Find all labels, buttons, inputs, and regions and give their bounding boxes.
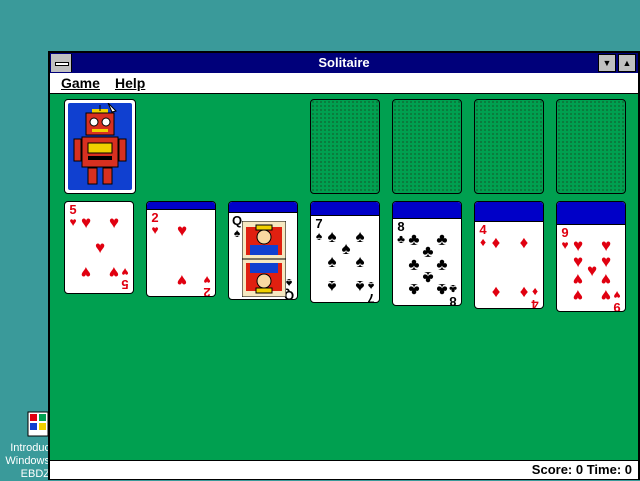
minimize-button[interactable]: ▼	[598, 54, 616, 72]
face-down-cards	[557, 202, 625, 225]
card-face: Q ♠ Q ♠	[229, 213, 297, 299]
card-pip: ♠	[327, 252, 337, 271]
menu-help-label: Help	[115, 75, 146, 91]
card-pip: ♥	[94, 238, 106, 257]
menu-game-label: Game	[61, 75, 100, 91]
windows-icon[interactable]	[26, 410, 50, 442]
card-face: 8 ♣ 8 ♣ ♣ ♣ ♣ ♣ ♣ ♣ ♣ ♣	[393, 219, 461, 305]
robot-icon	[73, 103, 127, 185]
title-bar[interactable]: Solitaire ▼ ▲	[50, 53, 638, 73]
card-pip: ♥	[176, 221, 188, 240]
card-face: 7 ♠ 7 ♠ ♠ ♠ ♠ ♠ ♠ ♠ ♠	[311, 216, 379, 302]
tableau-card[interactable]: 2 ♥ 2 ♥ ♥ ♥	[146, 201, 216, 297]
desktop-icon-label[interactable]: Introduc Windows EBDZ	[0, 442, 50, 481]
card-corner-index: 2 ♥	[201, 273, 213, 296]
menu-help[interactable]: Help	[115, 73, 145, 93]
card-pip: ♦	[519, 283, 529, 302]
card-corner-index: 2 ♥	[149, 211, 161, 237]
face-down-cards	[311, 202, 379, 216]
card-pip: ♥	[108, 213, 120, 232]
tableau-card[interactable]: 5 ♥ 5 ♥ ♥ ♥ ♥ ♥ ♥	[64, 201, 134, 294]
window-title: Solitaire	[318, 55, 370, 70]
game-table: 5 ♥ 5 ♥ ♥ ♥ ♥ ♥ ♥ 2 ♥ 2 ♥ ♥ ♥ Q ♠ Q ♠ 7 ♠ 7 ♠ ♠ ♠ ♠ ♠ ♠ ♠ ♠ 8 ♣ 8 ♣ ♣ ♣ ♣ ♣ ♣ ♣…	[50, 94, 638, 460]
tableau-card[interactable]: 4 ♦ 4 ♦ ♦ ♦ ♦ ♦	[474, 201, 544, 309]
foundation-slot[interactable]	[310, 99, 380, 194]
maximize-button[interactable]: ▲	[618, 54, 636, 72]
stock-pile[interactable]	[64, 99, 136, 194]
card-face: 4 ♦ 4 ♦ ♦ ♦ ♦ ♦	[475, 222, 543, 308]
tableau-card[interactable]: 7 ♠ 7 ♠ ♠ ♠ ♠ ♠ ♠ ♠ ♠	[310, 201, 380, 303]
card-pip: ♥	[572, 286, 584, 305]
card-suit: ♥	[203, 273, 211, 287]
foundation-slot[interactable]	[556, 99, 626, 194]
card-pip: ♠	[355, 252, 365, 271]
face-down-cards	[475, 202, 543, 222]
card-pip: ♠	[327, 277, 337, 296]
solitaire-window: Solitaire ▼ ▲ Game Help 5 ♥ 5 ♥ ♥ ♥ ♥ ♥ …	[48, 51, 640, 480]
card-pip: ♦	[519, 233, 529, 252]
face-down-cards	[147, 202, 215, 210]
card-face: 2 ♥ 2 ♥ ♥ ♥	[147, 210, 215, 296]
tableau-card[interactable]: 9 ♥ 9 ♥ ♥ ♥ ♥ ♥ ♥ ♥ ♥ ♥ ♥	[556, 201, 626, 312]
card-face: 9 ♥ 9 ♥ ♥ ♥ ♥ ♥ ♥ ♥ ♥ ♥ ♥	[557, 225, 625, 311]
queen-of-spades-figure	[241, 220, 287, 299]
card-pip: ♣	[408, 280, 420, 299]
card-pip: ♣	[436, 280, 448, 299]
card-back-robot	[68, 103, 132, 190]
card-pip: ♦	[491, 233, 501, 252]
tableau-card[interactable]: 8 ♣ 8 ♣ ♣ ♣ ♣ ♣ ♣ ♣ ♣ ♣	[392, 201, 462, 306]
menu-bar: Game Help	[50, 73, 638, 94]
score-time-status: Score: 0 Time: 0	[531, 462, 632, 477]
card-pip: ♥	[80, 213, 92, 232]
face-down-cards	[229, 202, 297, 213]
card-pip: ♥	[108, 263, 120, 282]
menu-game[interactable]: Game	[61, 73, 100, 93]
card-pip: ♦	[491, 283, 501, 302]
status-bar: Score: 0 Time: 0	[50, 460, 638, 479]
tableau-card[interactable]: Q ♠ Q ♠	[228, 201, 298, 300]
foundation-slot[interactable]	[392, 99, 462, 194]
card-suit: ♥	[151, 223, 159, 237]
card-face: 5 ♥ 5 ♥ ♥ ♥ ♥ ♥ ♥	[65, 202, 133, 293]
card-pip: ♥	[80, 263, 92, 282]
card-pip: ♠	[355, 277, 365, 296]
face-down-cards	[393, 202, 461, 219]
card-pip: ♥	[600, 286, 612, 305]
card-pip: ♥	[176, 271, 188, 290]
foundation-slot[interactable]	[474, 99, 544, 194]
